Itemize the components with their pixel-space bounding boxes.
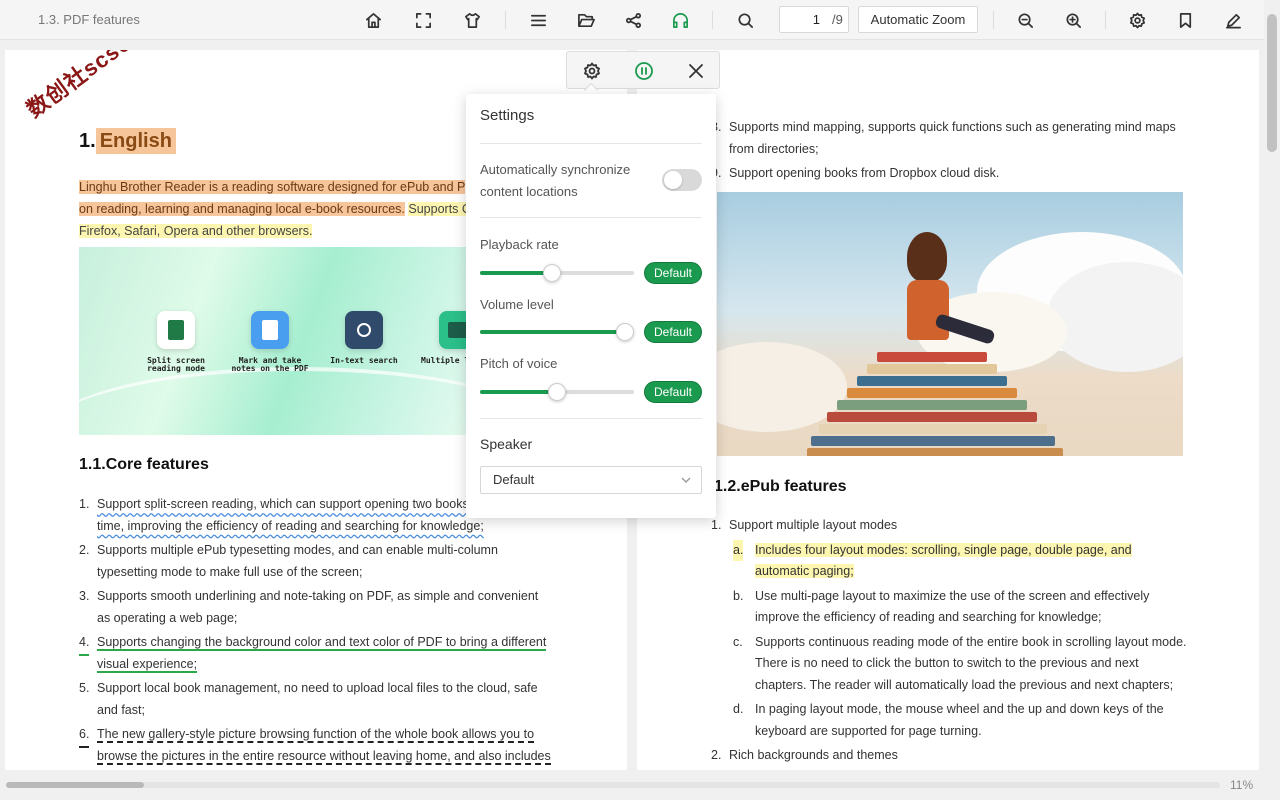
banner-feature: In-text search [319,311,409,365]
bookmark-button[interactable] [1172,8,1198,32]
close-read-aloud-button[interactable] [685,60,707,82]
sync-label: Automatically synchronize content locatio… [480,162,631,199]
zoom-select[interactable]: Automatic Zoom [858,6,978,33]
shirt-icon [464,12,480,28]
section-title-epub: 1.2.ePub features [714,478,847,495]
toggle-knob [664,171,682,189]
feature-banner-image: Split screen reading mode Mark and take no… [79,247,479,435]
list-item: 2. Rich backgrounds and themes [711,748,898,762]
folder-open-icon [577,13,595,27]
search-button[interactable] [732,8,758,32]
gear-icon [1129,12,1145,28]
headphones-icon [672,12,688,28]
pdf-page-right: 8. Supports mind mapping, supports quick … [637,50,1259,770]
home-button[interactable] [360,8,386,32]
playback-rate-slider[interactable] [480,264,634,282]
zoom-in-button[interactable] [1060,8,1086,32]
speaker-value: Default [493,472,535,487]
list-item: 5. Support local book management, no need… [79,681,538,717]
list-item: 4. Supports changing the background color… [79,632,559,675]
list-item: d. In paging layout mode, the mouse wheel… [733,702,1164,738]
chevron-down-icon [681,477,691,483]
speaker-select[interactable]: Default [480,466,702,494]
volume-slider[interactable] [480,323,634,341]
core-features-list: 1. Support split-screen reading, which ca… [79,494,559,770]
section-title-core: 1.1.Core features [79,456,209,473]
page-number-field[interactable]: 1 /9 [779,6,849,33]
list-item: 8. Supports mind mapping, supports quick … [711,120,1176,156]
speaker-label: Speaker [480,436,533,452]
list-item: c. Supports continuous reading mode of th… [733,634,1187,692]
theme-button[interactable] [459,8,485,32]
list-item: 3. Supports smooth underlining and note-t… [79,589,539,625]
share-button[interactable] [620,8,646,32]
share-icon [625,12,641,28]
home-icon [365,12,381,28]
settings-button[interactable] [1124,8,1150,32]
volume-label: Volume level [480,297,554,312]
reading-girl-illustration [717,192,1183,456]
pause-icon [635,62,653,80]
pause-button[interactable] [633,60,655,82]
reading-progress-text: 11% [1230,778,1254,792]
pen-icon [1225,13,1241,28]
open-folder-button[interactable] [573,8,599,32]
epub-features-list: 1. Support multiple layout modes a. Includ… [711,515,1231,770]
pitch-label: Pitch of voice [480,356,558,371]
top-toolbar: 1.3. PDF features 1 /9 Automatic Zoom [0,0,1280,40]
zoom-in-icon [1065,12,1081,28]
list-item: 9. Support opening books from Dropbox clo… [711,166,1000,180]
pitch-default-button[interactable]: Default [644,381,702,403]
search-icon [737,12,753,28]
zoom-out-button[interactable] [1012,8,1038,32]
list-item: a. Includes four layout modes: scrolling,… [733,539,1231,583]
list-item: 1. Support multiple layout modes [711,518,898,532]
intro-paragraph: Linghu Brother Reader is a reading softw… [79,180,471,238]
gear-icon [584,62,600,80]
list-item: 2. Supports multiple ePub typesetting mod… [79,543,498,579]
menu-icon [530,14,546,26]
reading-progress-bar[interactable] [6,782,1220,788]
volume-default-button[interactable]: Default [644,321,702,343]
heading-highlight: English [95,128,176,154]
fullscreen-button[interactable] [410,8,436,32]
page-total: /9 [832,12,843,27]
page-heading: 1. English [79,128,176,154]
watermark: 数创社scs66 [21,50,147,123]
playback-default-button[interactable]: Default [644,262,702,284]
page-current[interactable]: 1 [788,12,820,27]
list-item: 6. The new gallery-style picture browsing… [79,724,559,767]
close-icon [689,64,703,78]
slider-thumb[interactable] [615,323,634,341]
annotate-button[interactable] [1220,8,1246,32]
right-top-list: 8. Supports mind mapping, supports quick … [711,117,1211,188]
tts-settings-panel: Settings Automatically synchronize conten… [466,94,716,518]
banner-feature: Split screen reading mode [131,311,221,373]
document-title: 1.3. PDF features [38,12,140,27]
vertical-scrollbar[interactable] [1264,0,1280,800]
slider-thumb[interactable] [543,264,562,282]
tts-settings-button[interactable] [581,60,603,82]
read-aloud-button[interactable] [667,8,693,32]
list-item: b. Use multi-page layout to maximize the … [733,588,1150,625]
pitch-slider[interactable] [480,383,634,401]
zoom-out-icon [1017,12,1033,28]
playback-rate-label: Playback rate [480,237,559,252]
bookmark-icon [1179,12,1191,28]
menu-button[interactable] [525,8,551,32]
settings-title: Settings [480,107,535,124]
sync-toggle[interactable] [662,169,702,191]
slider-thumb[interactable] [548,383,566,401]
banner-feature: Mark and take notes on the PDF [225,311,315,373]
fullscreen-icon [415,12,431,28]
